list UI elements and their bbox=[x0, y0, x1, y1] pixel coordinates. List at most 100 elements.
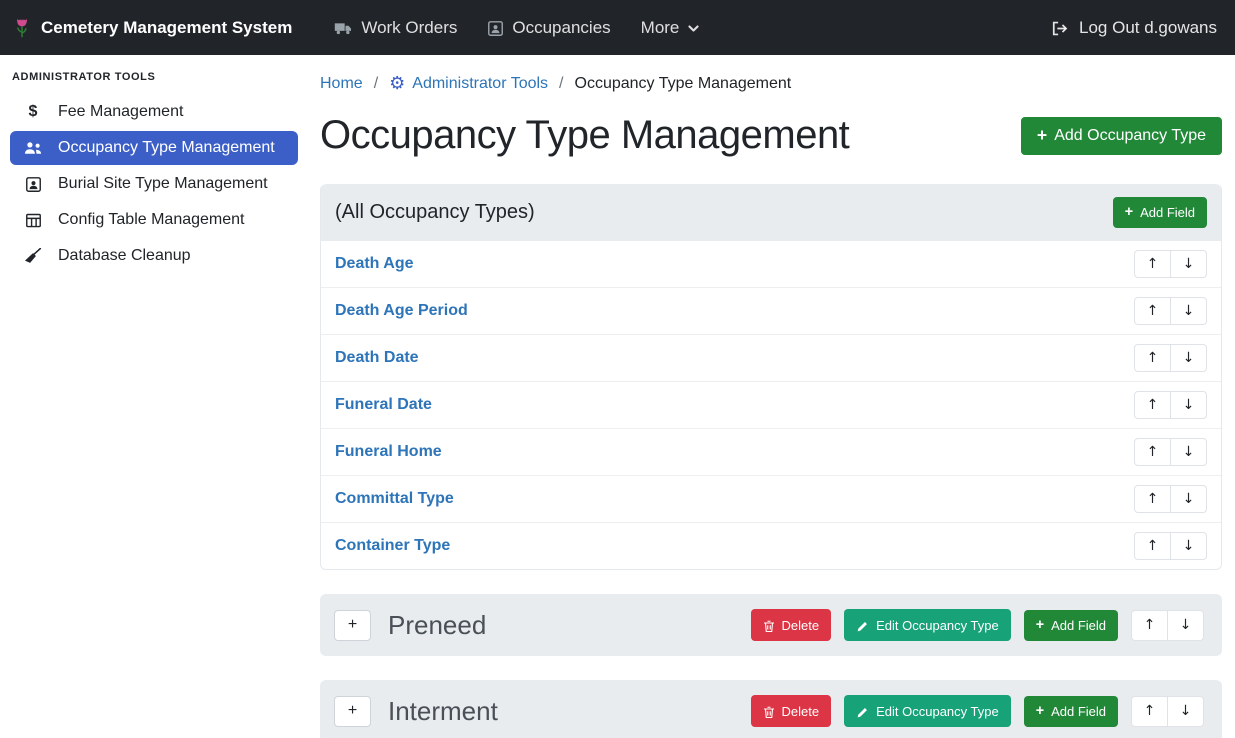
field-link[interactable]: Container Type bbox=[335, 537, 450, 555]
move-up-button[interactable]: ↑ bbox=[1131, 696, 1168, 727]
sidebar-item-occupancy-type-management[interactable]: Occupancy Type Management bbox=[10, 131, 298, 165]
nav-occupancies[interactable]: Occupancies bbox=[487, 18, 610, 38]
field-row: Committal Type ↑ ↓ bbox=[321, 476, 1221, 523]
sidebar-item-label: Config Table Management bbox=[58, 211, 245, 229]
add-field-button[interactable]: + Add Field bbox=[1024, 610, 1118, 641]
sidebar-item-fee-management[interactable]: $ Fee Management bbox=[10, 95, 298, 129]
field-link[interactable]: Funeral Date bbox=[335, 396, 432, 414]
all-types-card-header: (All Occupancy Types) + Add Field bbox=[321, 184, 1221, 241]
sidebar-item-burial-site-type-management[interactable]: Burial Site Type Management bbox=[10, 167, 298, 201]
move-down-button[interactable]: ↓ bbox=[1170, 485, 1207, 513]
logout-icon bbox=[1051, 18, 1070, 38]
reorder-button-group: ↑ ↓ bbox=[1134, 485, 1207, 513]
move-up-button[interactable]: ↑ bbox=[1134, 532, 1171, 560]
add-field-button[interactable]: + Add Field bbox=[1113, 197, 1207, 228]
nav-work-orders[interactable]: Work Orders bbox=[334, 18, 457, 38]
plus-icon: + bbox=[348, 616, 357, 634]
field-row: Death Date ↑ ↓ bbox=[321, 335, 1221, 382]
move-down-button[interactable]: ↓ bbox=[1170, 250, 1207, 278]
nav-more[interactable]: More bbox=[641, 18, 701, 38]
move-down-button[interactable]: ↓ bbox=[1167, 610, 1204, 641]
table-icon bbox=[21, 212, 45, 229]
down-arrow-icon: ↓ bbox=[1183, 257, 1195, 271]
add-occupancy-type-button[interactable]: + Add Occupancy Type bbox=[1021, 117, 1222, 155]
up-arrow-icon: ↑ bbox=[1147, 351, 1159, 365]
breadcrumb-separator: / bbox=[374, 75, 378, 93]
breadcrumb-label: Administrator Tools bbox=[412, 75, 548, 93]
down-arrow-icon: ↓ bbox=[1180, 704, 1192, 718]
nav-label: Occupancies bbox=[512, 18, 610, 38]
reorder-button-group: ↑ ↓ bbox=[1131, 696, 1204, 727]
button-label: Add Field bbox=[1051, 618, 1106, 633]
dollar-icon: $ bbox=[21, 103, 45, 121]
move-down-button[interactable]: ↓ bbox=[1170, 344, 1207, 372]
move-down-button[interactable]: ↓ bbox=[1170, 532, 1207, 560]
section-title: Preneed bbox=[388, 610, 486, 641]
nav-label: More bbox=[641, 18, 680, 38]
move-down-button[interactable]: ↓ bbox=[1170, 438, 1207, 466]
reorder-button-group: ↑ ↓ bbox=[1134, 532, 1207, 560]
nav-label: Work Orders bbox=[361, 18, 457, 38]
move-up-button[interactable]: ↑ bbox=[1134, 344, 1171, 372]
move-up-button[interactable]: ↑ bbox=[1134, 297, 1171, 325]
field-link[interactable]: Death Age Period bbox=[335, 302, 468, 320]
field-link[interactable]: Funeral Home bbox=[335, 443, 442, 461]
plus-icon: + bbox=[1036, 704, 1044, 718]
button-label: Add Field bbox=[1051, 704, 1106, 719]
chevron-down-icon bbox=[687, 18, 700, 38]
trash-icon bbox=[763, 703, 775, 718]
section-actions: Delete Edit Occupancy Type + bbox=[751, 609, 1204, 640]
frame-person-icon bbox=[487, 18, 504, 38]
delete-button[interactable]: Delete bbox=[751, 609, 832, 640]
breadcrumb-home-link[interactable]: Home bbox=[320, 75, 363, 93]
field-row: Funeral Home ↑ ↓ bbox=[321, 429, 1221, 476]
app-root: Cemetery Management System Work Orders bbox=[0, 0, 1235, 738]
card-title: (All Occupancy Types) bbox=[335, 201, 535, 224]
button-label: Edit Occupancy Type bbox=[876, 704, 999, 719]
field-link[interactable]: Death Date bbox=[335, 349, 419, 367]
move-down-button[interactable]: ↓ bbox=[1167, 696, 1204, 727]
plus-icon: + bbox=[348, 702, 357, 720]
sidebar-item-config-table-management[interactable]: Config Table Management bbox=[10, 203, 298, 237]
logout-button[interactable]: Log Out d.gowans bbox=[1051, 18, 1217, 38]
all-occupancy-types-card: (All Occupancy Types) + Add Field Death … bbox=[320, 184, 1222, 570]
pencil-icon bbox=[856, 703, 869, 718]
reorder-button-group: ↑ ↓ bbox=[1134, 297, 1207, 325]
add-field-button[interactable]: + Add Field bbox=[1024, 696, 1118, 727]
pencil-icon bbox=[856, 617, 869, 632]
occupancy-type-section-preneed: + Preneed Delete bbox=[320, 594, 1222, 656]
edit-occupancy-type-button[interactable]: Edit Occupancy Type bbox=[844, 695, 1011, 726]
up-arrow-icon: ↑ bbox=[1147, 257, 1159, 271]
move-up-button[interactable]: ↑ bbox=[1134, 438, 1171, 466]
button-label: Add Field bbox=[1140, 205, 1195, 220]
move-up-button[interactable]: ↑ bbox=[1134, 391, 1171, 419]
plus-icon: + bbox=[1036, 618, 1044, 632]
field-row: Container Type ↑ ↓ bbox=[321, 523, 1221, 569]
edit-occupancy-type-button[interactable]: Edit Occupancy Type bbox=[844, 609, 1011, 640]
move-down-button[interactable]: ↓ bbox=[1170, 297, 1207, 325]
move-up-button[interactable]: ↑ bbox=[1134, 250, 1171, 278]
button-label: Delete bbox=[782, 704, 820, 719]
occupancy-type-section-interment: + Interment Delete bbox=[320, 680, 1222, 738]
move-up-button[interactable]: ↑ bbox=[1131, 610, 1168, 641]
up-arrow-icon: ↑ bbox=[1147, 304, 1159, 318]
reorder-button-group: ↑ ↓ bbox=[1134, 250, 1207, 278]
reorder-button-group: ↑ ↓ bbox=[1134, 344, 1207, 372]
move-down-button[interactable]: ↓ bbox=[1170, 391, 1207, 419]
nav-links: Work Orders Occupancies More bbox=[334, 18, 700, 38]
expand-button[interactable]: + bbox=[334, 610, 371, 641]
move-up-button[interactable]: ↑ bbox=[1134, 485, 1171, 513]
up-arrow-icon: ↑ bbox=[1147, 445, 1159, 459]
field-row: Death Age Period ↑ ↓ bbox=[321, 288, 1221, 335]
reorder-button-group: ↑ ↓ bbox=[1131, 610, 1204, 641]
breadcrumb-admin-tools-link[interactable]: ⚙ Administrator Tools bbox=[389, 75, 548, 93]
expand-button[interactable]: + bbox=[334, 696, 371, 727]
field-link[interactable]: Death Age bbox=[335, 255, 414, 273]
delete-button[interactable]: Delete bbox=[751, 695, 832, 726]
gear-icon: ⚙ bbox=[389, 75, 405, 93]
button-label: Delete bbox=[782, 618, 820, 633]
button-label: Edit Occupancy Type bbox=[876, 618, 999, 633]
field-link[interactable]: Committal Type bbox=[335, 490, 454, 508]
brand[interactable]: Cemetery Management System bbox=[12, 17, 292, 39]
sidebar-item-database-cleanup[interactable]: Database Cleanup bbox=[10, 239, 298, 273]
